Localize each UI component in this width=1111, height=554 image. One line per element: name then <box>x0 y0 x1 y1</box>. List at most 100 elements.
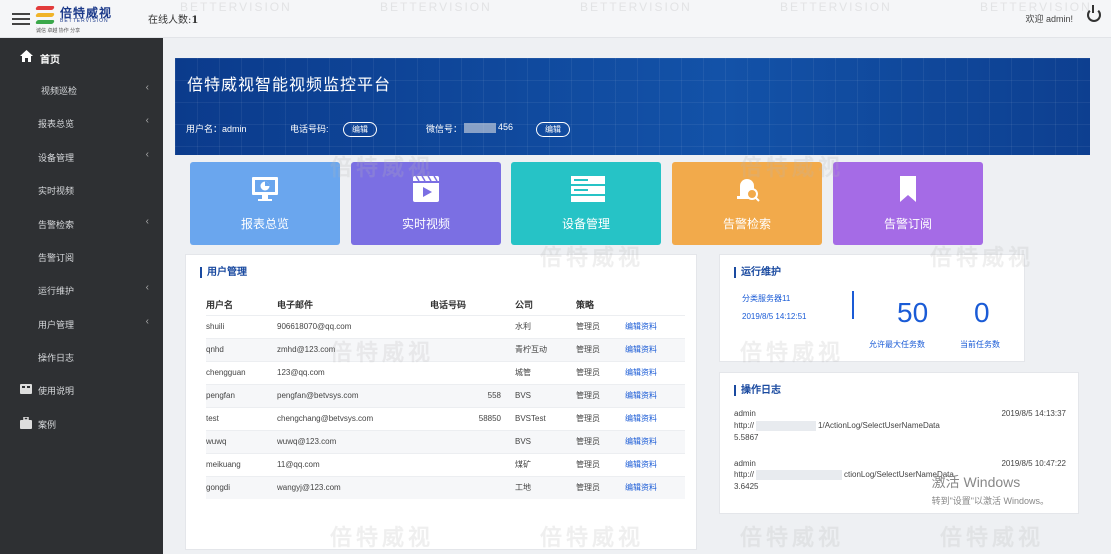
sidebar-item-devices[interactable]: 设备管理 ‹ <box>0 142 163 172</box>
sidebar-item-reports[interactable]: 报表总览 ‹ <box>0 108 163 138</box>
cell-email: pengfan@betvsys.com <box>277 383 430 407</box>
cell-phone <box>430 314 515 338</box>
cell-phone <box>430 452 515 476</box>
sidebar-item-video-patrol[interactable]: 视频巡检 ‹ <box>0 75 163 105</box>
table-row: wuwq wuwq@123.com BVS 管理员 编辑资料 <box>206 429 685 453</box>
cell-email: 906618070@qq.com <box>277 314 430 338</box>
tile-alarm-search[interactable]: 告警检索 <box>672 162 822 245</box>
cell-username: meikuang <box>206 452 277 476</box>
chevron-left-icon: ‹ <box>145 316 149 327</box>
log-time: 2019/8/5 14:13:37 <box>1001 409 1066 418</box>
tile-reports[interactable]: 报表总览 <box>190 162 340 245</box>
sidebar-item-label: 报表总览 <box>38 119 75 129</box>
edit-profile-link[interactable]: 编辑资料 <box>625 322 657 331</box>
sidebar-item-live-video[interactable]: 实时视频 <box>0 175 163 205</box>
tile-label: 告警检索 <box>722 217 771 231</box>
wechat-masked <box>464 122 496 133</box>
cell-policy: 管理员 <box>576 406 625 430</box>
tile-label: 实时视频 <box>401 217 450 231</box>
sidebar-item-alarm-search[interactable]: 告警检索 ‹ <box>0 209 163 239</box>
edit-profile-link[interactable]: 编辑资料 <box>625 345 657 354</box>
column-header: 策略 <box>576 300 595 311</box>
alarm-search-icon <box>732 174 762 204</box>
sidebar-item-alarm-subscribe[interactable]: 告警订阅 <box>0 242 163 272</box>
log-url-suffix: 1/ActionLog/SelectUserNameData <box>818 421 940 431</box>
column-header: 用户名 <box>206 300 234 311</box>
activation-title: 激活 Windows <box>931 474 1021 490</box>
edit-profile-link[interactable]: 编辑资料 <box>625 391 657 400</box>
panel-title: 用户管理 <box>200 267 247 278</box>
sidebar-item-operation-log[interactable]: 操作日志 <box>0 342 163 372</box>
online-count: 在线人数:1 <box>148 11 198 26</box>
edit-profile-link[interactable]: 编辑资料 <box>625 483 657 492</box>
book-icon <box>20 383 33 395</box>
cell-username: test <box>206 406 277 430</box>
case-icon <box>20 416 33 429</box>
welcome-banner: 倍特威视智能视频监控平台 用户名：admin 电话号码: 编辑 微信号： 456… <box>175 58 1090 155</box>
edit-profile-link[interactable]: 编辑资料 <box>625 414 657 423</box>
wechat-suffix: 456 <box>498 122 514 132</box>
sidebar-item-home[interactable]: 首页 <box>0 42 163 72</box>
tile-devices[interactable]: 设备管理 <box>511 162 661 245</box>
edit-profile-link[interactable]: 编辑资料 <box>625 368 657 377</box>
sidebar-item-label: 用户管理 <box>38 320 75 330</box>
sidebar-item-maintenance[interactable]: 运行维护 ‹ <box>0 275 163 305</box>
edit-profile-link[interactable]: 编辑资料 <box>625 460 657 469</box>
cell-policy: 管理员 <box>576 475 625 499</box>
sidebar-item-label: 使用说明 <box>38 386 75 396</box>
bookmark-icon <box>893 174 923 204</box>
tile-live-video[interactable]: 实时视频 <box>351 162 501 245</box>
menu-toggle-icon[interactable] <box>12 10 30 26</box>
edit-wechat-button[interactable]: 编辑 <box>536 122 570 137</box>
server-name: 分类服务器11 <box>742 294 791 303</box>
user-management-panel: 用户管理 用户名 电子邮件 电话号码 公司 策略 shuili 906618070… <box>185 254 697 550</box>
log-url-prefix: http:// <box>734 421 755 431</box>
sidebar-item-label: 操作日志 <box>38 353 75 363</box>
table-header-row: 用户名 电子邮件 电话号码 公司 策略 <box>206 295 685 315</box>
cell-email: wuwq@123.com <box>277 429 430 453</box>
cell-company: BVS <box>515 383 576 407</box>
tile-alarm-subscribe[interactable]: 告警订阅 <box>833 162 983 245</box>
log-user: admin <box>734 409 756 418</box>
log-time: 2019/8/5 10:47:22 <box>1001 459 1066 468</box>
current-tasks-label: 当前任务数 <box>960 340 1000 349</box>
cell-username: chengguan <box>206 360 277 384</box>
log-value: 3.6425 <box>734 482 759 491</box>
sidebar-item-user-management[interactable]: 用户管理 ‹ <box>0 309 163 339</box>
cell-phone <box>430 337 515 361</box>
cell-policy: 管理员 <box>576 314 625 338</box>
sidebar-item-manual[interactable]: 使用说明 <box>0 375 163 405</box>
table-row: chengguan 123@qq.com 城管 管理员 编辑资料 <box>206 360 685 384</box>
max-tasks-value: 50 <box>897 297 929 328</box>
edit-profile-link[interactable]: 编辑资料 <box>625 437 657 446</box>
cell-policy: 管理员 <box>576 383 625 407</box>
tile-label: 告警订阅 <box>883 217 932 231</box>
sidebar-item-label: 视频巡检 <box>41 86 78 96</box>
sidebar-item-label: 告警订阅 <box>38 253 75 263</box>
edit-phone-button[interactable]: 编辑 <box>343 122 377 137</box>
table-row: meikuang 11@qq.com 煤矿 管理员 编辑资料 <box>206 452 685 476</box>
logo-slogan-text: 诚信 卓越 协作 分享 <box>36 28 81 34</box>
log-url: http:// 1/ActionLog/SelectUserNameData <box>734 421 940 431</box>
cell-company: 青柠互动 <box>515 337 576 361</box>
cell-phone: 58850 <box>430 406 515 430</box>
server-icon <box>571 174 605 204</box>
sidebar-item-label: 设备管理 <box>38 153 75 163</box>
cell-username: wuwq <box>206 429 277 453</box>
cell-email: 123@qq.com <box>277 360 430 384</box>
tile-label: 设备管理 <box>561 217 610 231</box>
chevron-left-icon: ‹ <box>145 216 149 227</box>
sidebar-item-cases[interactable]: 案例 <box>0 409 163 439</box>
cell-company: 工地 <box>515 475 576 499</box>
divider <box>852 291 854 319</box>
chevron-left-icon: ‹ <box>145 149 149 160</box>
online-number: 1 <box>191 15 199 26</box>
power-icon[interactable] <box>1087 5 1101 22</box>
sidebar: 首页 视频巡检 ‹ 报表总览 ‹ 设备管理 ‹ 实时视频 告警检索 ‹ 告警订阅… <box>0 38 163 554</box>
panel-title: 运行维护 <box>734 267 781 278</box>
max-tasks-label: 允许最大任务数 <box>869 340 925 349</box>
logo: 倍特威视 BETTERVISION 诚信 卓越 协作 分享 <box>35 3 120 35</box>
cell-company: 煤矿 <box>515 452 576 476</box>
video-icon <box>411 174 441 204</box>
top-bar: 倍特威视 BETTERVISION 诚信 卓越 协作 分享 在线人数:1 欢迎 … <box>0 0 1111 38</box>
